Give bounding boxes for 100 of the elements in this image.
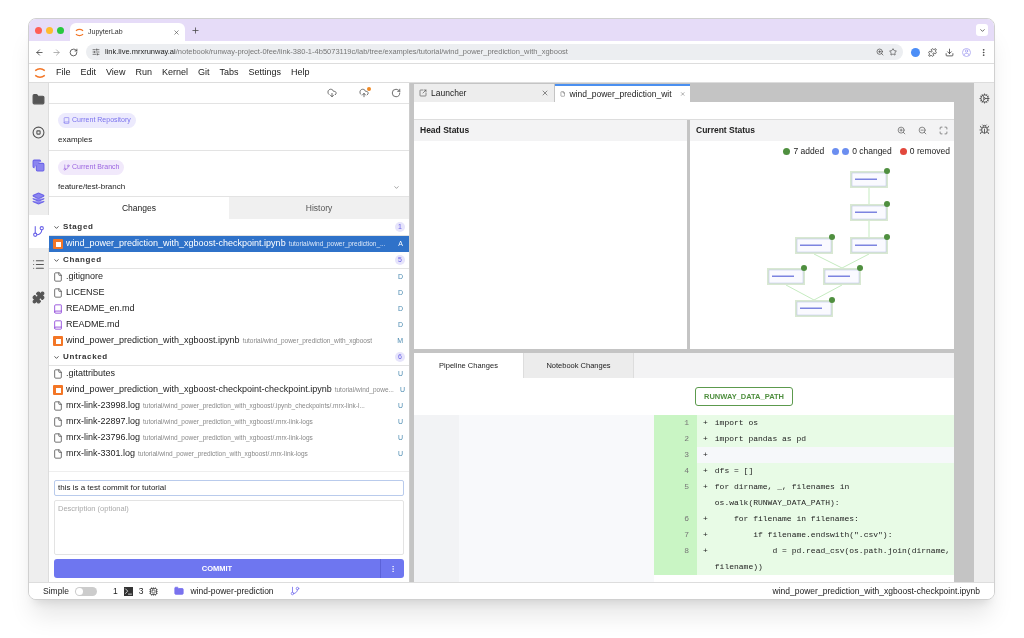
file-name: README_en.md bbox=[66, 302, 135, 316]
section-title: Staged bbox=[63, 221, 94, 233]
dropdown-caret-icon[interactable] bbox=[393, 183, 400, 191]
zoom-out-icon[interactable] bbox=[918, 126, 927, 135]
close-icon[interactable] bbox=[679, 90, 685, 98]
pipeline-node[interactable] bbox=[850, 200, 890, 221]
panel-tab[interactable]: History bbox=[229, 197, 409, 219]
extensions-icon[interactable] bbox=[928, 47, 937, 57]
kernel-count: 3 bbox=[138, 584, 144, 598]
line-number: 5 bbox=[654, 479, 697, 511]
layers-icon[interactable] bbox=[32, 192, 45, 205]
puzzle-icon[interactable] bbox=[32, 291, 45, 304]
connector-line bbox=[813, 253, 843, 269]
reload-icon[interactable] bbox=[69, 47, 78, 57]
folder-icon[interactable] bbox=[32, 93, 45, 106]
zoom-icon[interactable] bbox=[876, 48, 884, 56]
file-name: README.md bbox=[66, 318, 120, 332]
document-tab[interactable]: Launcher bbox=[414, 84, 554, 102]
profile-icon[interactable] bbox=[962, 47, 971, 57]
section-title: Changed bbox=[63, 254, 102, 266]
pipeline-node[interactable] bbox=[767, 264, 807, 285]
extension-icon[interactable] bbox=[911, 47, 920, 57]
zoom-in-icon[interactable] bbox=[897, 126, 906, 135]
tab-label: Launcher bbox=[431, 86, 467, 100]
branch-name[interactable]: feature/test-branch bbox=[58, 181, 126, 193]
site-settings-icon bbox=[92, 48, 100, 56]
legend-label: 0 removed bbox=[909, 145, 950, 158]
menu-item[interactable]: Run bbox=[135, 66, 152, 80]
file-icon bbox=[53, 288, 63, 298]
pane-header: Head Status bbox=[414, 120, 687, 141]
folder-name: wind-power-prediction bbox=[190, 584, 274, 598]
forward-icon[interactable] bbox=[52, 47, 61, 57]
close-icon[interactable] bbox=[173, 28, 180, 36]
download-icon[interactable] bbox=[945, 47, 954, 57]
bookmark-icon[interactable] bbox=[889, 48, 897, 56]
menu-item[interactable]: Kernel bbox=[161, 66, 188, 80]
file-name: mrx-link-23796.log bbox=[66, 431, 141, 445]
branch-icon bbox=[63, 164, 70, 171]
tab-label: wind_power_prediction_wit bbox=[569, 87, 672, 101]
section-title: Untracked bbox=[63, 351, 108, 363]
close-window-icon[interactable] bbox=[35, 26, 42, 34]
menu-item[interactable]: Git bbox=[197, 66, 210, 80]
line-number: 6 bbox=[654, 511, 697, 527]
file-name: mrx-link-23998.log bbox=[66, 399, 141, 413]
connector-line bbox=[868, 220, 870, 238]
file-name: wind_power_prediction_with_xgboost-checkpoint-checkpoint.ipynb bbox=[66, 383, 332, 397]
document-tab[interactable]: wind_power_prediction_wit bbox=[555, 84, 690, 102]
pipeline-node[interactable] bbox=[850, 233, 890, 254]
line-number: 7 bbox=[654, 527, 697, 543]
commit-summary-field[interactable]: this is a test commit for tutorial bbox=[54, 480, 404, 496]
more-icon[interactable] bbox=[979, 47, 988, 57]
windows-icon[interactable] bbox=[32, 159, 45, 172]
connector-line bbox=[868, 187, 870, 205]
menu-item[interactable]: File bbox=[56, 66, 71, 80]
file-name: wind_power_prediction_with_xgboost-checkpoint.ipynb bbox=[66, 237, 286, 251]
menu-item[interactable]: View bbox=[106, 66, 126, 80]
pipeline-node[interactable] bbox=[823, 264, 863, 285]
repository-name[interactable]: examples bbox=[58, 134, 400, 146]
file-name: LICENSE bbox=[66, 286, 105, 300]
terminal-count: 1 bbox=[113, 584, 118, 598]
line-number: 4 bbox=[654, 463, 697, 479]
fit-view-icon[interactable] bbox=[939, 126, 948, 135]
file-icon bbox=[560, 90, 566, 98]
back-icon[interactable] bbox=[35, 47, 44, 57]
git-icon[interactable] bbox=[32, 225, 45, 238]
notebook-icon bbox=[53, 239, 63, 249]
connector-line bbox=[813, 284, 843, 301]
git-icon[interactable] bbox=[289, 586, 300, 596]
menu-item[interactable]: Settings bbox=[248, 66, 281, 80]
file-icon bbox=[53, 417, 63, 427]
menu-item[interactable]: Help bbox=[291, 66, 310, 80]
pipeline-node[interactable] bbox=[795, 233, 835, 254]
notebook-icon bbox=[53, 385, 63, 395]
gears-icon[interactable] bbox=[978, 93, 990, 104]
menu-item[interactable]: Edit bbox=[80, 66, 97, 80]
notebook-icon bbox=[53, 336, 63, 346]
connector-line bbox=[785, 284, 815, 301]
file-name: wind_power_prediction_with_xgboost.ipynb bbox=[66, 334, 240, 348]
terminal-icon[interactable] bbox=[123, 586, 133, 596]
pipeline-node[interactable] bbox=[795, 296, 835, 317]
commit-options-button[interactable] bbox=[380, 559, 404, 578]
launcher-icon bbox=[419, 89, 427, 97]
refresh-icon[interactable] bbox=[391, 88, 401, 98]
menu-item[interactable]: Tabs bbox=[219, 66, 239, 80]
stop-icon[interactable] bbox=[32, 126, 45, 139]
chip-icon[interactable] bbox=[149, 586, 159, 596]
simple-mode-toggle[interactable] bbox=[75, 586, 97, 596]
file-icon bbox=[53, 433, 63, 443]
mode-label: Simple bbox=[43, 584, 69, 598]
pipeline-node[interactable] bbox=[850, 167, 890, 188]
list-icon[interactable] bbox=[32, 258, 45, 271]
push-button[interactable] bbox=[359, 88, 369, 98]
folder-icon[interactable] bbox=[174, 586, 185, 596]
bug-icon[interactable] bbox=[978, 124, 990, 135]
pull-icon[interactable] bbox=[327, 88, 337, 98]
close-icon[interactable] bbox=[541, 89, 549, 97]
connector-line bbox=[841, 253, 870, 269]
tab-list-button[interactable] bbox=[976, 24, 988, 36]
sidebar-tab[interactable] bbox=[29, 215, 49, 248]
new-tab-icon[interactable] bbox=[191, 25, 200, 35]
